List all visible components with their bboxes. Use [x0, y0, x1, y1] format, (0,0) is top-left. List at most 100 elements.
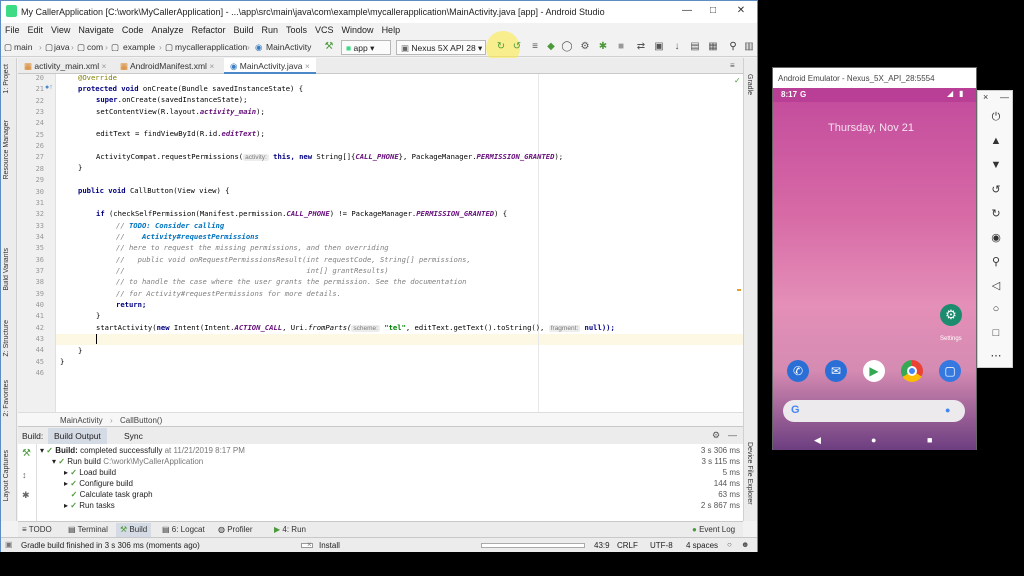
build-row-load-build[interactable]: ▸ ✓ Load build — [64, 468, 116, 477]
menu-view[interactable]: View — [47, 23, 74, 35]
override-marker-icon[interactable]: ●↑ — [45, 84, 53, 91]
project-tab[interactable]: 1: Project — [3, 64, 10, 94]
apply-code-changes-icon[interactable]: ↺ — [511, 41, 523, 53]
overview-icon[interactable]: □ — [978, 327, 1014, 339]
google-search-bar[interactable]: G ● — [783, 400, 965, 422]
device-file-explorer-tab[interactable]: Device File Explorer — [746, 442, 753, 505]
maximize-button[interactable]: □ — [703, 5, 723, 19]
gradle-tab[interactable]: Gradle — [746, 74, 753, 95]
sdk-manager-icon[interactable]: ↓ — [671, 41, 683, 53]
inspection-ok-icon[interactable]: ✓ — [734, 76, 741, 85]
menu-navigate[interactable]: Navigate — [74, 23, 118, 35]
tab-build[interactable]: ⚒ Build — [116, 523, 152, 537]
hammer-icon[interactable]: ⚒ — [323, 41, 335, 53]
breadcrumb-main[interactable]: main — [14, 42, 32, 52]
menu-window[interactable]: Window — [338, 23, 378, 35]
breadcrumb-class[interactable]: MainActivity — [60, 416, 103, 425]
tab-android-manifest[interactable]: ▦ AndroidManifest.xml × — [114, 58, 220, 74]
line-separator[interactable]: CRLF — [617, 541, 638, 550]
messages-app-icon[interactable]: ✉ — [825, 360, 847, 382]
stop-icon[interactable]: ■ — [615, 41, 627, 53]
toggle-panels-icon[interactable]: ▣ — [5, 540, 13, 549]
files-app-icon[interactable]: ▢ — [939, 360, 961, 382]
minimize-button[interactable]: — — [677, 5, 697, 19]
menu-file[interactable]: File — [1, 23, 24, 35]
build-row-status[interactable]: ▾ ✓ Build: completed successfully at 11/… — [40, 446, 245, 455]
menu-edit[interactable]: Edit — [24, 23, 48, 35]
favorites-tab[interactable]: 2: Favorites — [3, 380, 10, 417]
breadcrumb-mycallerapplication[interactable]: mycallerapplication — [175, 42, 247, 52]
menu-run[interactable]: Run — [258, 23, 283, 35]
home-nav-icon[interactable]: ● — [871, 435, 876, 445]
pin-icon[interactable]: ✱ — [22, 490, 30, 501]
volume-down-icon[interactable]: ▼ — [978, 159, 1014, 171]
tab-run[interactable]: ▶ 4: Run — [274, 525, 306, 534]
tab-terminal[interactable]: ▤ Terminal — [68, 525, 108, 534]
play-store-icon[interactable]: ▶ — [863, 360, 885, 382]
attach-debugger-icon[interactable]: ⚙ — [579, 41, 591, 53]
back-icon[interactable]: ◁ — [978, 279, 1014, 292]
search-icon[interactable]: ⚲ — [727, 41, 739, 53]
close-button[interactable]: ✕ — [731, 5, 751, 19]
coverage-icon[interactable]: ≡ — [529, 41, 541, 53]
hide-panel-icon[interactable]: — — [728, 430, 737, 440]
camera-icon[interactable]: ◉ — [978, 231, 1014, 244]
tab-logcat[interactable]: ▤ 6: Logcat — [162, 525, 205, 534]
tab-main-activity-java[interactable]: ◉ MainActivity.java × — [224, 58, 316, 74]
emu-minimize-icon[interactable]: — — [973, 92, 1009, 102]
menu-build[interactable]: Build — [229, 23, 257, 35]
caret-position[interactable]: 43:9 — [594, 541, 610, 550]
build-row-configure-build[interactable]: ▸ ✓ Configure build — [64, 479, 133, 488]
run-config-dropdown[interactable]: ■ app ▾ — [341, 40, 391, 55]
layout-inspector-icon[interactable]: ▤ — [689, 41, 701, 53]
build-row-run-tasks[interactable]: ▸ ✓ Run tasks — [64, 501, 115, 510]
power-icon[interactable]: ⏻ — [978, 111, 1014, 124]
profile-icon[interactable]: ◯ — [561, 41, 573, 53]
tab-profiler[interactable]: ◍ Profiler — [218, 525, 253, 534]
zoom-icon[interactable]: ⚲ — [978, 255, 1014, 268]
menu-vcs[interactable]: VCS — [311, 23, 338, 35]
apply-changes-icon[interactable]: ↻ — [495, 41, 507, 53]
recents-nav-icon[interactable]: ■ — [927, 435, 932, 445]
volume-up-icon[interactable]: ▲ — [978, 135, 1014, 147]
menu-help[interactable]: Help — [378, 23, 405, 35]
rebuild-icon[interactable]: ⚒ — [22, 448, 31, 459]
resource-manager-tab[interactable]: Resource Manager — [3, 120, 10, 180]
install-status[interactable]: Install — [319, 541, 340, 550]
menu-analyze[interactable]: Analyze — [147, 23, 187, 35]
settings-app-icon[interactable]: ⚙ — [940, 304, 962, 326]
breadcrumb-method[interactable]: CallButton() — [120, 416, 162, 425]
inspector-icon[interactable]: ☻ — [741, 540, 749, 549]
build-row-task-graph[interactable]: ✓ Calculate task graph — [64, 490, 153, 499]
mic-icon[interactable]: ● — [945, 405, 950, 415]
breadcrumb-com[interactable]: com — [87, 42, 103, 52]
tab-build-output[interactable]: Build Output — [48, 428, 107, 444]
lock-icon[interactable]: ○ — [727, 540, 732, 549]
sync-icon[interactable]: ⇄ — [635, 41, 647, 53]
breadcrumb-example[interactable]: example — [123, 42, 155, 52]
build-variants-tab[interactable]: Build Variants — [3, 248, 10, 291]
tab-activity-main-xml[interactable]: ▦ activity_main.xml × — [18, 58, 112, 74]
menu-code[interactable]: Code — [118, 23, 148, 35]
build-row-run-build[interactable]: ▾ ✓ Run build C:\work\MyCallerApplicatio… — [52, 457, 203, 466]
project-structure-icon[interactable]: ▥ — [743, 41, 755, 53]
structure-tab[interactable]: Z: Structure — [3, 320, 10, 357]
phone-app-icon[interactable]: ✆ — [787, 360, 809, 382]
home-icon[interactable]: ○ — [978, 303, 1014, 315]
expand-icon[interactable]: ↕ — [22, 470, 27, 480]
avd-manager-icon[interactable]: ▣ — [653, 41, 665, 53]
breadcrumb-mainactivity[interactable]: MainActivity — [266, 42, 311, 52]
rotate-left-icon[interactable]: ↺ — [978, 183, 1014, 196]
event-log-button[interactable]: ● Event Log — [692, 525, 735, 534]
device-dropdown[interactable]: ▣ Nexus 5X API 28 ▾ — [396, 40, 486, 55]
code-editor[interactable]: 20 21 22 23 24 25 26 27 28 29 30 31 32 33 34 35 36 37 38 39… — [18, 73, 743, 412]
gear-icon[interactable]: ⚙ — [712, 430, 720, 441]
layout-captures-tab[interactable]: Layout Captures — [3, 450, 10, 501]
file-encoding[interactable]: UTF-8 — [650, 541, 673, 550]
menu-refactor[interactable]: Refactor — [187, 23, 229, 35]
tab-todo[interactable]: ≡ TODO — [22, 525, 52, 534]
breadcrumb-java[interactable]: java — [54, 42, 70, 52]
phone-screen[interactable]: 8:17 G ◢ ▮ Thursday, Nov 21 ⚙ Settings ✆… — [773, 88, 976, 450]
tab-sync[interactable]: Sync — [124, 431, 143, 441]
cancel-icon[interactable]: × — [307, 540, 312, 549]
